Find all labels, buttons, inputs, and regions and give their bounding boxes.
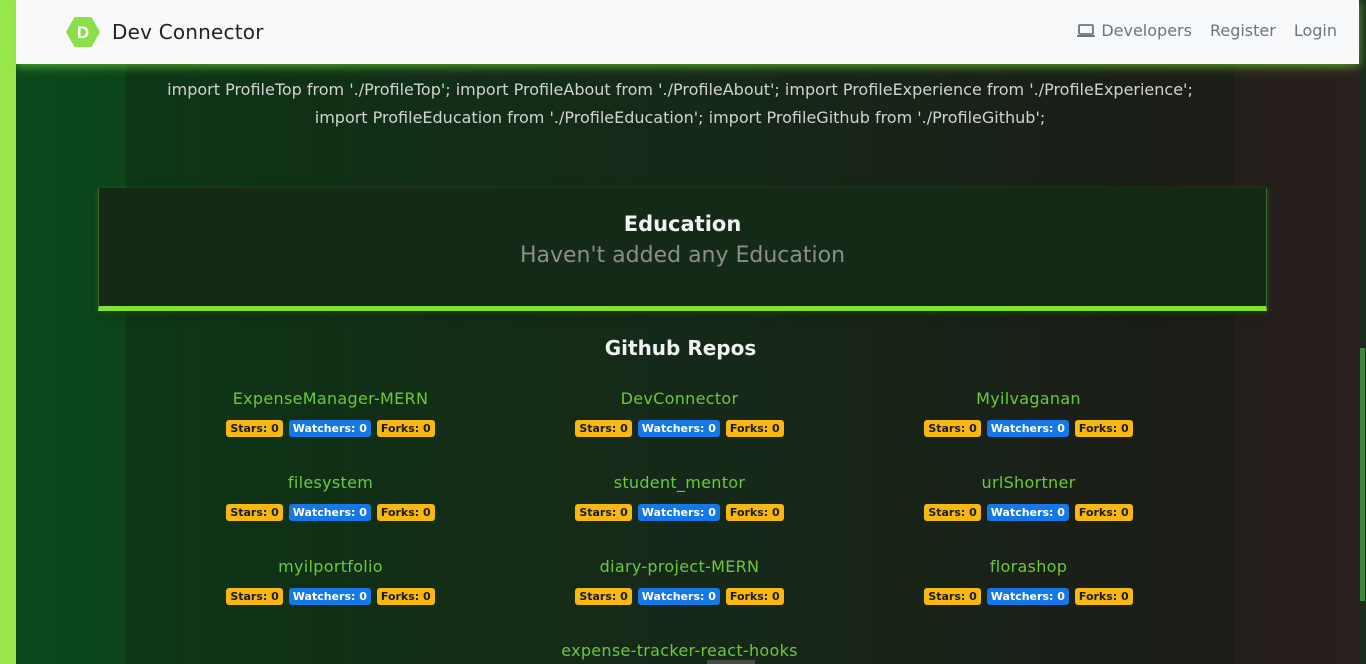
repo-card: ExpenseManager-MERN Stars: 0 Watchers: 0… (156, 388, 505, 437)
repo-name-link[interactable]: urlShortner (854, 472, 1203, 494)
repo-card: Myilvaganan Stars: 0 Watchers: 0 Forks: … (854, 388, 1203, 437)
repo-name-link[interactable]: diary-project-MERN (505, 556, 854, 578)
repo-badges: Stars: 0 Watchers: 0 Forks: 0 (156, 504, 505, 521)
watchers-badge: Watchers: 0 (637, 504, 720, 521)
logo-icon: D (66, 16, 100, 48)
repo-card: expense-tracker-react-hooks (505, 640, 854, 662)
watchers-badge: Watchers: 0 (637, 420, 720, 437)
repo-name-link[interactable]: Myilvaganan (854, 388, 1203, 410)
repo-card: DevConnector Stars: 0 Watchers: 0 Forks:… (505, 388, 854, 437)
forks-badge: Forks: 0 (725, 420, 784, 437)
repo-badges: Stars: 0 Watchers: 0 Forks: 0 (156, 420, 505, 437)
forks-badge: Forks: 0 (725, 504, 784, 521)
forks-badge: Forks: 0 (1074, 420, 1133, 437)
repo-badges: Stars: 0 Watchers: 0 Forks: 0 (505, 420, 854, 437)
repo-card: florashop Stars: 0 Watchers: 0 Forks: 0 (854, 556, 1203, 605)
forks-badge: Forks: 0 (376, 504, 435, 521)
brand-name: Dev Connector (112, 20, 264, 44)
forks-badge: Forks: 0 (1074, 588, 1133, 605)
stars-badge: Stars: 0 (575, 504, 632, 521)
nav-links: Developers Register Login (1076, 21, 1337, 40)
repo-name-link[interactable]: ExpenseManager-MERN (156, 388, 505, 410)
repo-name-link[interactable]: DevConnector (505, 388, 854, 410)
forks-badge: Forks: 0 (376, 420, 435, 437)
repo-card: diary-project-MERN Stars: 0 Watchers: 0 … (505, 556, 854, 605)
repo-badges: Stars: 0 Watchers: 0 Forks: 0 (854, 504, 1203, 521)
repo-card: urlShortner Stars: 0 Watchers: 0 Forks: … (854, 472, 1203, 521)
bottom-scroll-indicator (707, 660, 755, 664)
repo-badges: Stars: 0 Watchers: 0 Forks: 0 (854, 420, 1203, 437)
stars-badge: Stars: 0 (226, 588, 283, 605)
nav-link-developers-label: Developers (1101, 21, 1192, 40)
repo-card: myilportfolio Stars: 0 Watchers: 0 Forks… (156, 556, 505, 605)
repo-name-link[interactable]: myilportfolio (156, 556, 505, 578)
github-repos-title: Github Repos (604, 336, 757, 360)
stars-badge: Stars: 0 (226, 504, 283, 521)
watchers-badge: Watchers: 0 (288, 588, 371, 605)
watchers-badge: Watchers: 0 (637, 588, 720, 605)
nav-link-register[interactable]: Register (1210, 21, 1276, 40)
education-title: Education (623, 212, 742, 236)
stars-badge: Stars: 0 (924, 588, 981, 605)
stars-badge: Stars: 0 (226, 420, 283, 437)
navbar: D Dev Connector Developers Register Logi… (16, 0, 1359, 64)
repo-name-link[interactable]: filesystem (156, 472, 505, 494)
svg-text:D: D (77, 23, 89, 42)
stars-badge: Stars: 0 (924, 504, 981, 521)
repo-card: filesystem Stars: 0 Watchers: 0 Forks: 0 (156, 472, 505, 521)
scrollbar-thumb[interactable] (1360, 348, 1365, 601)
stars-badge: Stars: 0 (575, 588, 632, 605)
education-empty-text: Haven't added any Education (519, 243, 846, 268)
forks-badge: Forks: 0 (376, 588, 435, 605)
repo-badges: Stars: 0 Watchers: 0 Forks: 0 (505, 588, 854, 605)
stars-badge: Stars: 0 (575, 420, 632, 437)
watchers-badge: Watchers: 0 (986, 420, 1069, 437)
watchers-badge: Watchers: 0 (288, 420, 371, 437)
nav-link-login[interactable]: Login (1294, 21, 1337, 40)
profile-about-text: import ProfileTop from './ProfileTop'; i… (167, 80, 1193, 127)
watchers-badge: Watchers: 0 (986, 504, 1069, 521)
page-scrollbar[interactable] (1359, 0, 1366, 664)
nav-link-developers[interactable]: Developers (1076, 21, 1192, 40)
repo-name-link[interactable]: expense-tracker-react-hooks (505, 640, 854, 662)
education-card: Education Haven't added any Education (98, 188, 1267, 311)
repo-badges: Stars: 0 Watchers: 0 Forks: 0 (156, 588, 505, 605)
left-accent-strip (0, 0, 16, 664)
repo-badges: Stars: 0 Watchers: 0 Forks: 0 (505, 504, 854, 521)
repo-name-link[interactable]: florashop (854, 556, 1203, 578)
brand-link[interactable]: D Dev Connector (66, 16, 264, 48)
watchers-badge: Watchers: 0 (288, 504, 371, 521)
watchers-badge: Watchers: 0 (986, 588, 1069, 605)
laptop-icon (1076, 23, 1096, 39)
repo-badges: Stars: 0 Watchers: 0 Forks: 0 (854, 588, 1203, 605)
repo-name-link[interactable]: student_mentor (505, 472, 854, 494)
stars-badge: Stars: 0 (924, 420, 981, 437)
repo-card: student_mentor Stars: 0 Watchers: 0 Fork… (505, 472, 854, 521)
forks-badge: Forks: 0 (1074, 504, 1133, 521)
forks-badge: Forks: 0 (725, 588, 784, 605)
